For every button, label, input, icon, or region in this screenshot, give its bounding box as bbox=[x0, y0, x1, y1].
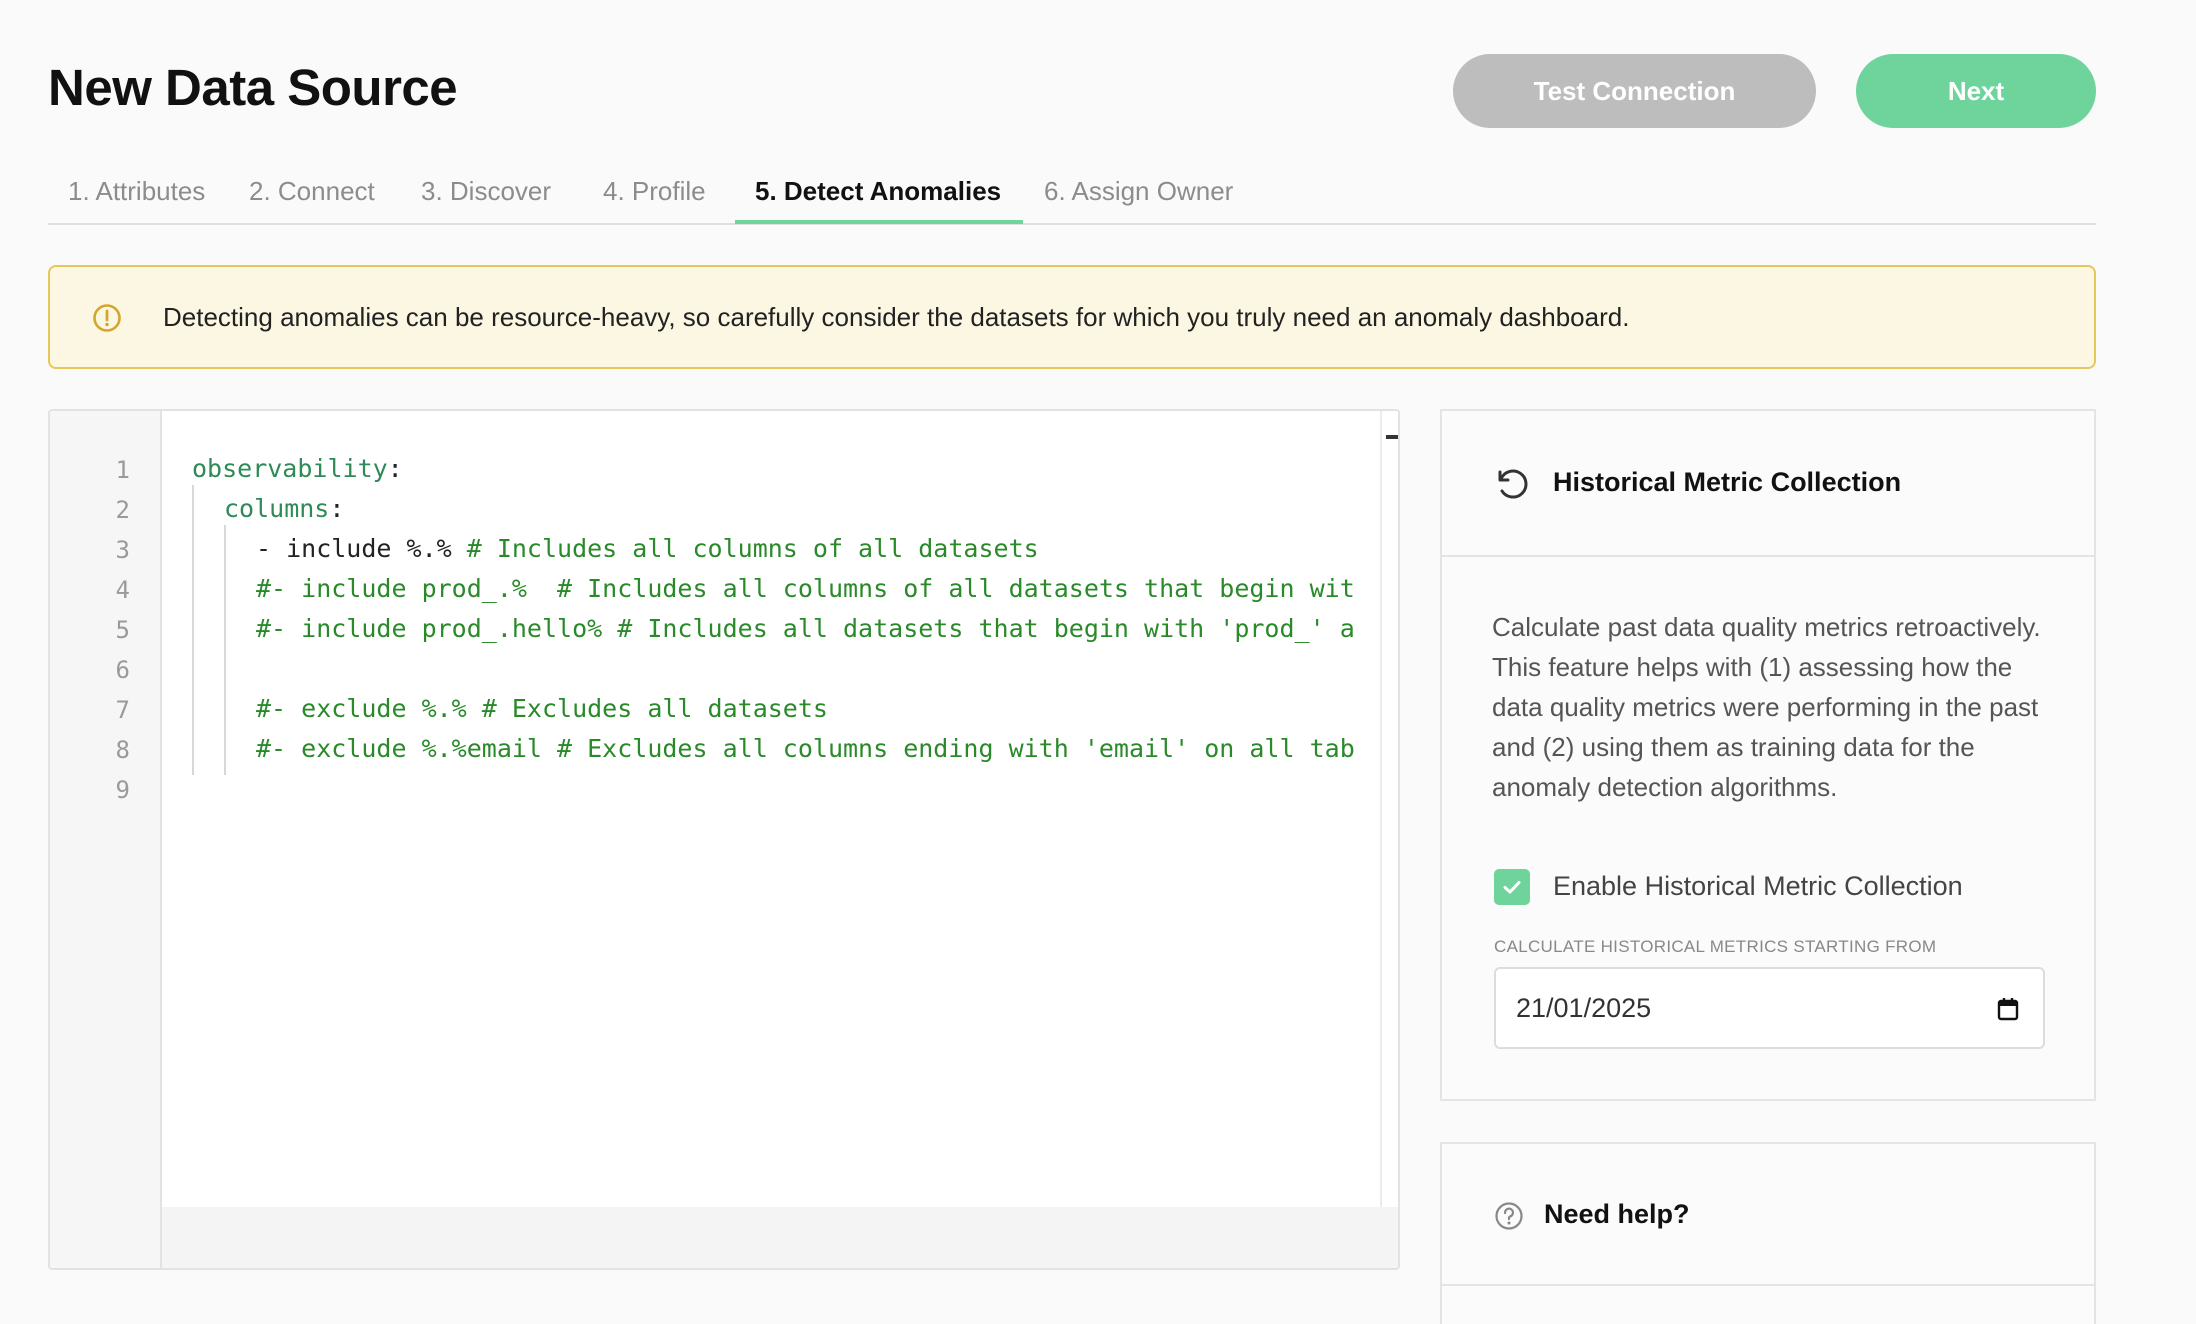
enable-historical-label[interactable]: Enable Historical Metric Collection bbox=[1553, 871, 1963, 902]
wizard-steps-tabs: 1. Attributes 2. Connect 3. Discover 4. … bbox=[48, 168, 2096, 225]
line-number: 5 bbox=[115, 616, 130, 644]
panel-header: Historical Metric Collection bbox=[1442, 411, 2094, 557]
page-title: New Data Source bbox=[48, 59, 458, 116]
line-number: 8 bbox=[115, 736, 130, 764]
editor-scrollbar[interactable] bbox=[1380, 411, 1398, 1207]
scrollbar-thumb[interactable] bbox=[1386, 435, 1398, 439]
test-connection-button[interactable]: Test Connection bbox=[1453, 54, 1816, 128]
code-line-4: #- include prod_.% # Includes all column… bbox=[256, 574, 1355, 603]
help-header: Need help? bbox=[1442, 1144, 2094, 1286]
alert-message: Detecting anomalies can be resource-heav… bbox=[163, 301, 1630, 332]
tab-attributes[interactable]: 1. Attributes bbox=[68, 168, 205, 225]
code-line-3: - include %.% # Includes all columns of … bbox=[256, 534, 1039, 563]
yaml-key: observability bbox=[192, 454, 388, 483]
start-date-label: Calculate historical metrics starting fr… bbox=[1494, 937, 1937, 956]
line-number: 6 bbox=[115, 656, 130, 684]
history-icon bbox=[1498, 469, 1528, 499]
yaml-code-editor[interactable]: 1 2 3 4 5 6 7 8 9 observability: columns… bbox=[48, 409, 1400, 1270]
check-icon bbox=[1503, 881, 1521, 894]
start-date-input[interactable]: 21/01/2025 bbox=[1494, 967, 2045, 1049]
date-value: 21/01/2025 bbox=[1516, 993, 1652, 1023]
code-line-1: observability: bbox=[192, 454, 403, 483]
enable-historical-checkbox[interactable] bbox=[1494, 869, 1530, 905]
code-line-8: #- exclude %.%email # Excludes all colum… bbox=[256, 734, 1355, 763]
resource-warning-alert: Detecting anomalies can be resource-heav… bbox=[48, 265, 2096, 369]
code-line-2: columns: bbox=[224, 494, 344, 523]
active-tab-indicator bbox=[735, 220, 1023, 224]
yaml-value: - include %.% bbox=[256, 534, 467, 563]
indent-guide bbox=[192, 485, 194, 775]
code-line-7: #- exclude %.% # Excludes all datasets bbox=[256, 694, 828, 723]
yaml-comment: # Includes all columns of all datasets bbox=[466, 534, 1039, 563]
line-number: 4 bbox=[115, 576, 130, 604]
yaml-colon: : bbox=[329, 494, 345, 523]
code-text-area[interactable]: observability: columns: - include %.% # … bbox=[162, 411, 1380, 1207]
historical-metric-panel: Historical Metric Collection Calculate p… bbox=[1440, 409, 2096, 1101]
indent-guide bbox=[224, 525, 226, 775]
line-number-gutter: 1 2 3 4 5 6 7 8 9 bbox=[50, 411, 162, 1268]
next-button[interactable]: Next bbox=[1856, 54, 2096, 128]
code-line-5: #- include prod_.hello% # Includes all d… bbox=[256, 614, 1355, 643]
tab-discover[interactable]: 3. Discover bbox=[421, 168, 551, 225]
tab-detect-anomalies[interactable]: 5. Detect Anomalies bbox=[755, 168, 1001, 225]
line-number: 9 bbox=[115, 776, 130, 804]
yaml-colon: : bbox=[387, 454, 403, 483]
warning-circle-icon bbox=[93, 304, 121, 332]
help-panel: Need help? bbox=[1440, 1142, 2096, 1324]
calendar-icon[interactable] bbox=[1997, 997, 2019, 1021]
line-number: 2 bbox=[115, 496, 130, 524]
tab-connect[interactable]: 2. Connect bbox=[249, 168, 375, 225]
new-data-source-page: New Data Source Test Connection Next 1. … bbox=[0, 0, 2196, 1324]
panel-title: Historical Metric Collection bbox=[1553, 467, 1902, 497]
tab-assign-owner[interactable]: 6. Assign Owner bbox=[1044, 168, 1233, 225]
help-title[interactable]: Need help? bbox=[1544, 1199, 1690, 1230]
line-number: 7 bbox=[115, 696, 130, 724]
line-number: 1 bbox=[115, 456, 130, 484]
tab-profile[interactable]: 4. Profile bbox=[603, 168, 706, 225]
panel-description: Calculate past data quality metrics retr… bbox=[1492, 612, 2041, 802]
question-circle-icon bbox=[1495, 1202, 1523, 1230]
yaml-key: columns bbox=[224, 494, 330, 523]
line-number: 3 bbox=[115, 536, 130, 564]
